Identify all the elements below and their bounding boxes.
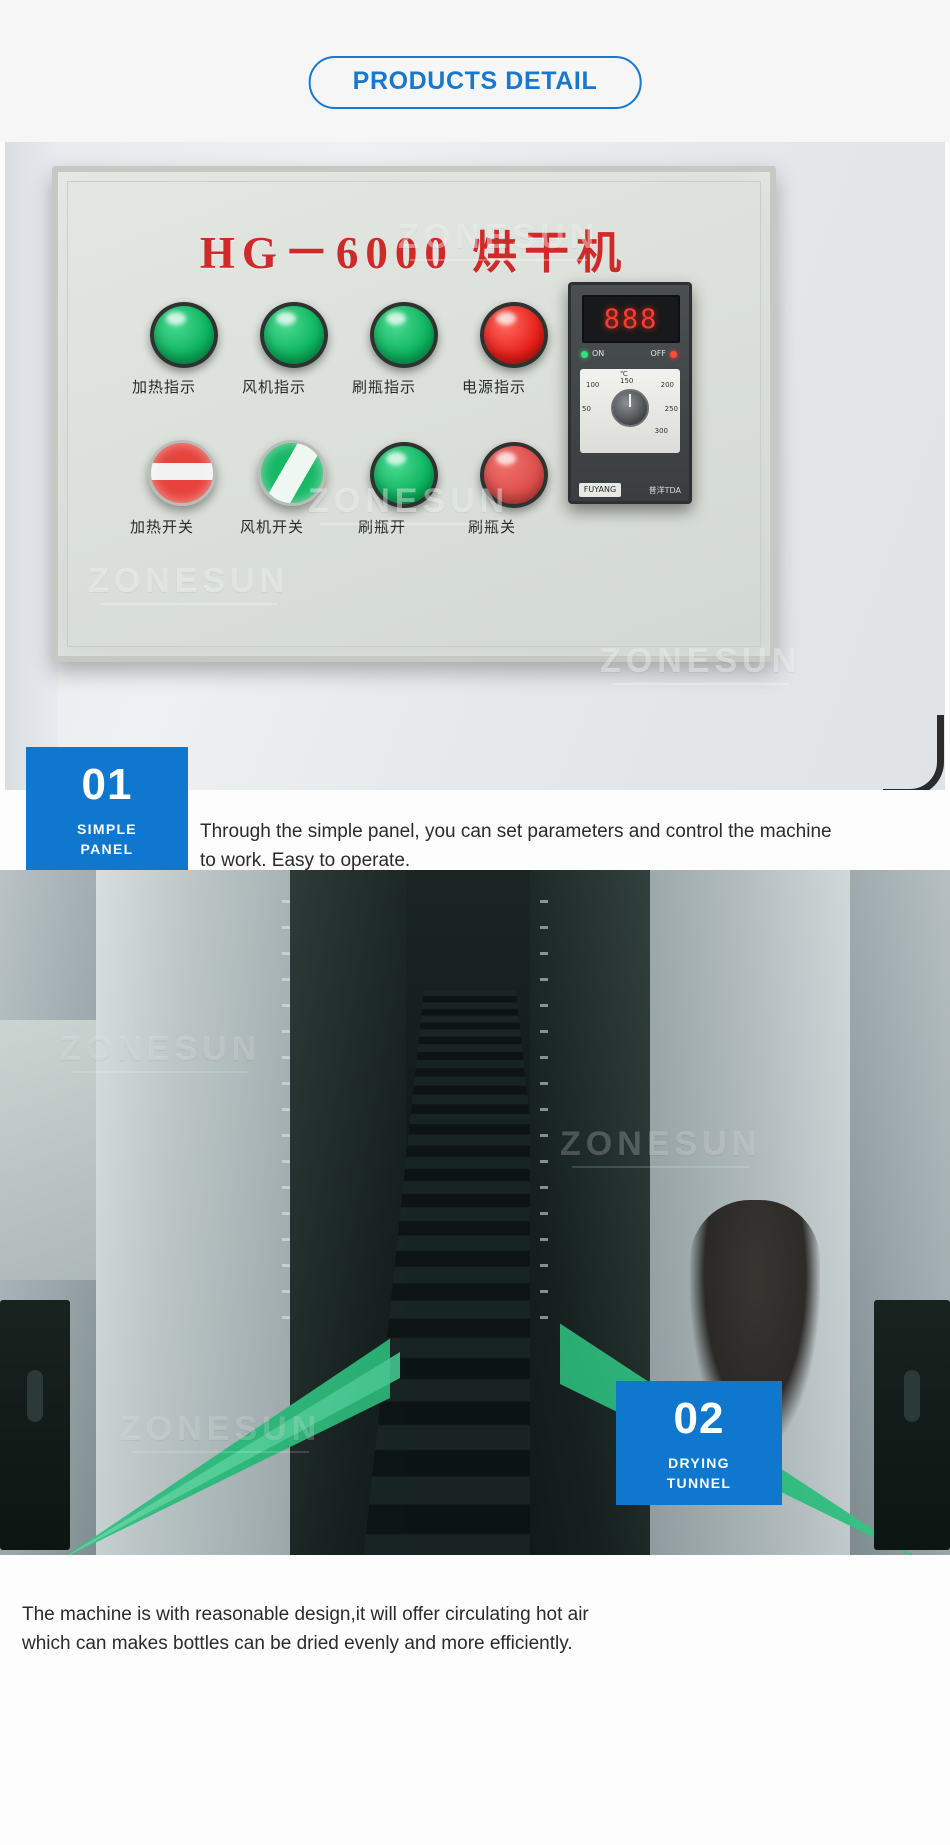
- tunnel-post-right: [874, 1300, 950, 1550]
- photo-right-margin: [945, 142, 950, 790]
- dial-number-150: 150: [620, 377, 634, 385]
- control-cabinet: HG－6000 烘干机 加热指示 风机指示 刷瓶指示 电源指示 加热开关 风机开…: [52, 166, 776, 662]
- product-detail-page: PRODUCTS DETAIL HG－6000 烘干机 加热指示 风机指示 刷瓶…: [0, 0, 950, 1845]
- heating-switch-label: 加热开关: [130, 518, 195, 536]
- machine-model-title: HG－6000 烘干机: [199, 228, 629, 278]
- on-led-icon: [581, 351, 588, 358]
- brush-off-label: 刷瓶关: [468, 518, 517, 536]
- heating-switch-knob[interactable]: [148, 440, 216, 506]
- drying-tunnel-photo: ZONESUN ZONESUN ZONESUN: [0, 870, 950, 1555]
- off-led-icon: [670, 351, 677, 358]
- section-caption-02-line2: TUNNEL: [666, 1475, 732, 1492]
- power-indicator-lamp: [480, 302, 548, 368]
- off-label: OFF: [650, 349, 667, 358]
- on-label: ON: [592, 349, 605, 358]
- brush-indicator-lamp: [370, 302, 438, 368]
- fan-switch-label: 风机开关: [240, 518, 305, 536]
- section-badge-01: 01 SIMPLE PANEL: [26, 747, 188, 871]
- dial-number-200: 200: [660, 381, 674, 389]
- brush-indicator-label: 刷瓶指示: [352, 378, 417, 396]
- brush-off-button[interactable]: [480, 442, 548, 508]
- section-caption-01-line2: PANEL: [80, 841, 134, 858]
- photo-left-margin: [0, 142, 5, 790]
- watermark-zonesun-3: ZONESUN: [88, 562, 290, 605]
- power-indicator-label: 电源指示: [462, 378, 527, 396]
- controller-status-leds: ON OFF: [581, 347, 677, 365]
- section-2-text-area: [0, 1555, 950, 1845]
- heating-indicator-label: 加热指示: [132, 378, 197, 396]
- fan-switch-knob[interactable]: [258, 440, 326, 506]
- dial-number-50: 50: [582, 405, 591, 413]
- page-title: PRODUCTS DETAIL: [352, 67, 598, 95]
- section-description-01: Through the simple panel, you can set pa…: [200, 821, 832, 872]
- tunnel-right-perforations: [540, 900, 548, 1330]
- page-title-badge: PRODUCTS DETAIL: [308, 56, 642, 109]
- heating-indicator-lamp: [150, 302, 218, 368]
- controller-model: 普洋TDA: [648, 486, 681, 495]
- tunnel-post-left: [0, 1300, 70, 1550]
- dial-number-300: 300: [654, 427, 668, 435]
- dial-knob[interactable]: [611, 388, 649, 427]
- section-caption-01-line1: SIMPLE: [77, 821, 137, 837]
- tunnel-left-perforations: [282, 900, 290, 1330]
- section-number-01: 01: [81, 760, 133, 809]
- controller-display: 888: [582, 295, 680, 343]
- dial-number-250: 250: [664, 405, 678, 413]
- controller-display-value: 888: [603, 303, 659, 335]
- section-number-02: 02: [673, 1394, 725, 1443]
- dial-number-100: 100: [586, 381, 600, 389]
- page-header: PRODUCTS DETAIL: [0, 0, 950, 142]
- temperature-controller[interactable]: 888 ON OFF ℃ 100 150 200 50 250 300 FUYA…: [568, 282, 692, 504]
- tunnel-left-foreground: [0, 1020, 96, 1280]
- cabinet-face: HG－6000 烘干机 加热指示 风机指示 刷瓶指示 电源指示 加热开关 风机开…: [67, 181, 761, 647]
- section-badge-02: 02 DRYING TUNNEL: [616, 1381, 782, 1505]
- power-cable: [883, 715, 944, 790]
- brush-on-label: 刷瓶开: [358, 518, 407, 536]
- temperature-dial[interactable]: ℃ 100 150 200 50 250 300: [580, 369, 680, 453]
- section-caption-02-line1: DRYING: [668, 1455, 730, 1471]
- fan-indicator-label: 风机指示: [242, 378, 307, 396]
- control-panel-photo: HG－6000 烘干机 加热指示 风机指示 刷瓶指示 电源指示 加热开关 风机开…: [0, 142, 950, 790]
- fan-indicator-lamp: [260, 302, 328, 368]
- section-description-02: The machine is with reasonable design,it…: [22, 1604, 589, 1655]
- brush-on-button[interactable]: [370, 442, 438, 508]
